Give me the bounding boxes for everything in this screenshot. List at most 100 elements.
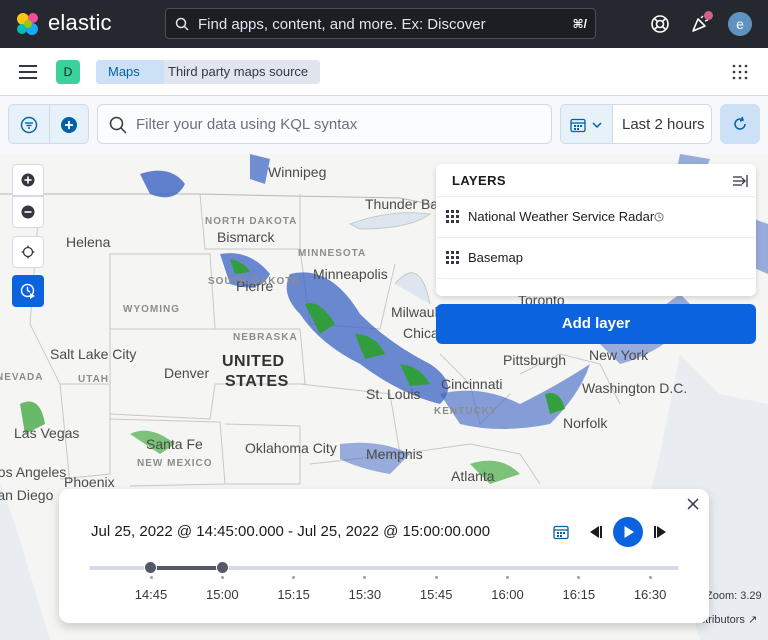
timeslider-end-handle[interactable] xyxy=(216,561,229,574)
country-label: UNITED xyxy=(222,353,285,370)
previous-icon[interactable] xyxy=(587,525,603,539)
state-label: NEW MEXICO xyxy=(137,458,213,469)
global-search-input[interactable]: Find apps, content, and more. Ex: Discov… xyxy=(165,8,596,39)
timeslider-toggle-button[interactable] xyxy=(12,275,44,307)
country-label: STATES xyxy=(225,373,289,390)
calendar-icon[interactable] xyxy=(553,524,569,540)
city-label: Denver xyxy=(164,365,210,381)
zoom-in-button[interactable] xyxy=(12,164,44,196)
add-layer-button[interactable]: Add layer xyxy=(436,304,756,344)
timeslider-tick xyxy=(506,576,509,579)
refresh-icon xyxy=(734,116,746,130)
app-navbar: D Third party maps source Maps xyxy=(0,48,768,96)
crosshair-icon xyxy=(21,245,35,259)
timeslider-tick-label: 14:45 xyxy=(134,587,168,602)
state-label: WYOMING xyxy=(123,304,180,315)
city-label: Pittsburgh xyxy=(503,352,567,368)
city-label: Memphis xyxy=(366,446,423,462)
quick-select-button[interactable] xyxy=(561,105,613,143)
search-icon xyxy=(175,17,189,31)
date-picker[interactable]: Last 2 hours xyxy=(560,104,712,144)
timeslider-tick-label: 15:30 xyxy=(348,587,382,602)
timeslider-tick xyxy=(577,576,581,579)
global-header: elastic Find apps, content, and more. Ex… xyxy=(0,0,768,48)
layers-panel: LAYERS National Weather Service Radar Ba… xyxy=(436,164,756,296)
timeslider-tick xyxy=(149,576,153,579)
city-label: Cincinnati xyxy=(441,376,503,392)
layer-item-radar[interactable]: National Weather Service Radar xyxy=(436,196,756,237)
timeslider-start-handle[interactable] xyxy=(144,561,157,574)
timeslider-range-label: Jul 25, 2022 @ 14:45:00.000 - Jul 25, 20… xyxy=(91,523,491,540)
layer-item-basemap[interactable]: Basemap xyxy=(436,237,756,278)
minus-icon xyxy=(21,205,35,219)
city-label: Helena xyxy=(66,234,111,250)
city-label: New York xyxy=(589,347,649,363)
space-avatar[interactable]: D xyxy=(56,60,80,84)
city-label: Atlanta xyxy=(451,468,495,484)
apps-grid-icon[interactable] xyxy=(732,64,748,80)
zoom-out-button[interactable] xyxy=(12,196,44,228)
layer-name: Basemap xyxy=(468,250,523,265)
close-icon[interactable] xyxy=(687,498,699,510)
city-label: San Diego xyxy=(0,487,54,503)
timeslider-tick-label: 15:45 xyxy=(419,587,453,602)
user-avatar[interactable]: e xyxy=(728,12,752,36)
chevron-down-icon xyxy=(592,122,602,129)
filter-button-group xyxy=(8,104,89,144)
elastic-logo-icon[interactable] xyxy=(14,10,42,38)
refresh-button[interactable] xyxy=(720,104,760,144)
kql-search-input[interactable]: Filter your data using KQL syntax xyxy=(97,104,552,144)
state-label: NEBRASKA xyxy=(233,332,298,343)
city-label: Los Angeles xyxy=(0,464,67,480)
fit-to-bounds-button[interactable] xyxy=(12,236,44,268)
timeslider-selected-range xyxy=(151,566,222,570)
state-label: MINNESOTA xyxy=(298,248,367,259)
city-label: Minneapolis xyxy=(313,266,388,282)
timeslider-tick xyxy=(292,576,296,579)
timeslider-tick xyxy=(220,576,224,579)
zoom-label: Zoom: xyxy=(706,590,738,602)
search-icon xyxy=(109,116,127,134)
state-label: NEVADA xyxy=(0,372,44,383)
kql-placeholder: Filter your data using KQL syntax xyxy=(136,116,358,133)
city-label: Salt Lake City xyxy=(50,346,137,362)
layer-list-footer xyxy=(436,278,756,296)
play-icon[interactable] xyxy=(612,516,644,548)
zoom-readout: Zoom: 3.29 xyxy=(706,590,762,602)
state-label: UTAH xyxy=(78,374,110,385)
city-label: Oklahoma City xyxy=(245,440,337,456)
plus-icon xyxy=(21,173,35,187)
global-search-placeholder: Find apps, content, and more. Ex: Discov… xyxy=(198,16,486,33)
state-label: NORTH DAKOTA xyxy=(205,216,298,227)
clock-icon xyxy=(654,212,664,222)
date-range-label: Last 2 hours xyxy=(622,116,705,133)
search-shortcut: ⌘/ xyxy=(572,17,587,31)
clock-play-icon xyxy=(20,283,35,299)
layers-title: LAYERS xyxy=(452,173,506,188)
menu-icon[interactable] xyxy=(18,63,38,81)
timeslider-tick xyxy=(363,576,367,579)
filter-icon[interactable] xyxy=(20,116,38,134)
state-label: SOUTH DAKOTA xyxy=(208,276,300,287)
add-filter-icon[interactable] xyxy=(60,116,78,134)
timeslider-panel: Jul 25, 2022 @ 14:45:00.000 - Jul 25, 20… xyxy=(59,489,709,623)
city-label: Santa Fe xyxy=(146,436,203,452)
grid-icon xyxy=(446,251,459,264)
state-label: KENTUCKY xyxy=(434,406,498,417)
timeslider-tick xyxy=(648,576,652,579)
timeslider-tick-label: 16:30 xyxy=(633,587,667,602)
timeslider-tick-label: 15:15 xyxy=(277,587,310,602)
query-bar: Filter your data using KQL syntax Last 2… xyxy=(0,96,768,154)
collapse-panel-icon[interactable] xyxy=(732,174,748,188)
timeslider-tick xyxy=(434,576,438,579)
help-icon[interactable] xyxy=(648,12,672,36)
zoom-value: 3.29 xyxy=(740,590,762,602)
brand-name[interactable]: elastic xyxy=(48,10,112,36)
city-label: St. Louis xyxy=(366,386,421,402)
timeslider-tick-label: 15:00 xyxy=(206,587,239,602)
grid-icon xyxy=(446,210,459,223)
city-label: Bismarck xyxy=(217,229,275,245)
city-label: Thunder Bay xyxy=(365,196,446,212)
next-icon[interactable] xyxy=(653,525,669,539)
calendar-icon xyxy=(570,118,586,133)
